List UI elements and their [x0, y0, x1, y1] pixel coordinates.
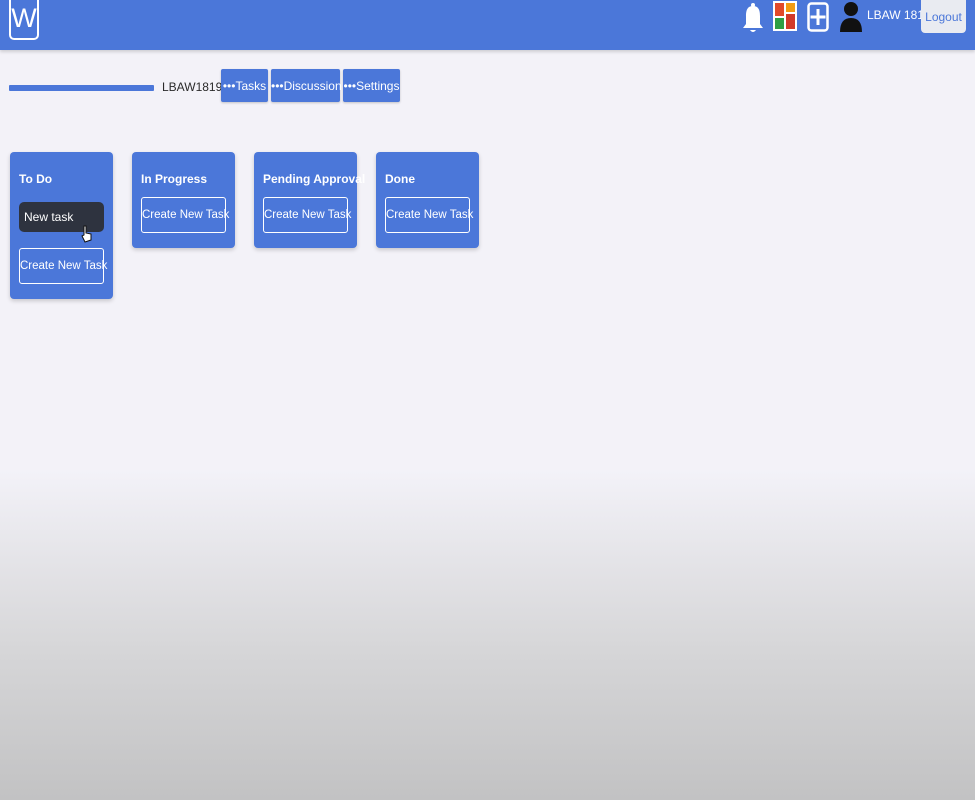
project-progress-fill	[9, 85, 154, 91]
project-name: LBAW1819	[162, 80, 223, 94]
project-progress-bar	[9, 85, 154, 91]
column-title: Pending Approval	[263, 172, 366, 186]
create-task-button-done[interactable]: Create New Task	[385, 197, 473, 233]
column-in-progress: In Progress Create New Task	[132, 152, 235, 248]
logout-button[interactable]: Logout	[921, 0, 966, 33]
app-logo[interactable]: W	[9, 0, 39, 40]
create-task-button-in-progress[interactable]: Create New Task	[141, 197, 229, 233]
tab-discussion[interactable]: •••Discussion	[271, 69, 342, 102]
user-avatar-icon[interactable]	[840, 0, 862, 32]
column-done: Done Create New Task	[376, 152, 479, 248]
column-pending-approval: Pending Approval Create New Task	[254, 152, 365, 248]
top-navbar: W LBAW 1819 Logout	[0, 0, 975, 50]
plus-icon[interactable]	[807, 2, 829, 32]
tab-settings[interactable]: •••Settings	[343, 69, 400, 102]
column-title: Done	[385, 172, 415, 186]
tab-tasks[interactable]: •••Tasks	[221, 69, 268, 102]
create-task-button-to-do[interactable]: Create New Task	[19, 248, 107, 284]
palette-icon[interactable]	[773, 1, 797, 31]
hand-cursor-icon	[81, 225, 92, 243]
bell-icon[interactable]	[742, 2, 764, 34]
column-to-do: To Do New task Create New Task	[10, 152, 113, 299]
column-title: To Do	[19, 172, 53, 186]
create-task-button-pending-approval[interactable]: Create New Task	[263, 197, 351, 233]
column-title: In Progress	[141, 172, 208, 186]
